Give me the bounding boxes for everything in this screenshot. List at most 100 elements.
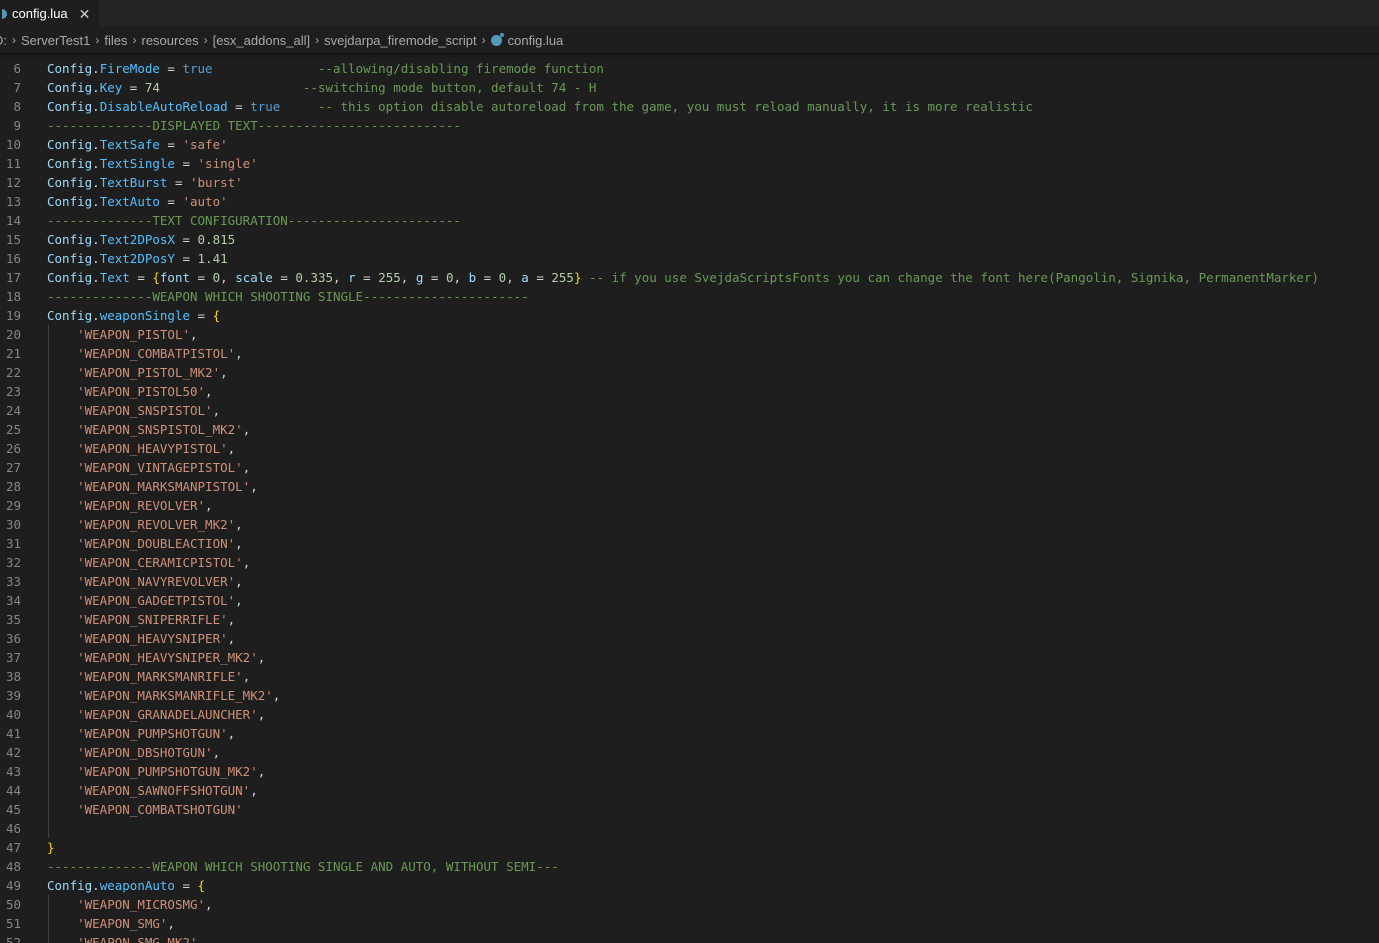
code-token: 'WEAPON_SAWNOFFSHOTGUN' [77,783,251,798]
breadcrumb-item[interactable]: D: [0,33,7,48]
code-token: --------------WEAPON WHICH SHOOTING SING… [47,859,559,874]
line-number: 27 [5,460,21,475]
code-line[interactable]: 31 'WEAPON_DOUBLEACTION', [0,534,1379,553]
code-line[interactable]: 45 'WEAPON_COMBATSHOTGUN' [0,800,1379,819]
code-token: , [205,384,213,399]
code-line[interactable]: 16 Config.Text2DPosY = 1.41 [0,249,1379,268]
code-token: Config [47,270,93,285]
code-token: TextSafe [99,137,160,152]
code-line[interactable]: 18 --------------WEAPON WHICH SHOOTING SI… [0,287,1379,306]
code-editor[interactable]: 6 Config.FireMode = true --allowing/disab… [0,58,1379,943]
code-line[interactable]: 23 'WEAPON_PISTOL50', [0,382,1379,401]
code-line[interactable]: 41 'WEAPON_PUMPSHOTGUN', [0,724,1379,743]
code-line[interactable]: 48 --------------WEAPON WHICH SHOOTING SI… [0,857,1379,876]
breadcrumb-item[interactable]: resources [142,33,199,48]
code-line[interactable]: 44 'WEAPON_SAWNOFFSHOTGUN', [0,781,1379,800]
tab-bar: config.lua ✕ [0,0,1379,27]
code-line[interactable]: 30 'WEAPON_REVOLVER_MK2', [0,515,1379,534]
line-number: 26 [5,441,21,456]
line-number: 12 [5,175,21,190]
lua-file-icon [490,32,504,46]
code-token: Config [47,99,93,114]
code-line[interactable]: 10 Config.TextSafe = 'safe' [0,135,1379,154]
code-token: = [190,308,213,323]
code-line[interactable]: 12 Config.TextBurst = 'burst' [0,173,1379,192]
code-token: 0 [212,270,221,285]
code-line[interactable]: 24 'WEAPON_SNSPISTOL', [0,401,1379,420]
code-token: 1.41 [197,251,228,266]
code-text: Config.FireMode = true --allowing/disabl… [47,59,604,78]
code-token: 'WEAPON_PISTOL50' [77,384,206,399]
code-line[interactable]: 46 [0,819,1379,838]
code-line[interactable]: 7 Config.Key = 74 --switching mode button… [0,78,1379,97]
code-line[interactable]: 39 'WEAPON_MARKSMANRIFLE_MK2', [0,686,1379,705]
code-line[interactable]: 42 'WEAPON_DBSHOTGUN', [0,743,1379,762]
code-line[interactable]: 17 Config.Text = {font = 0, scale = 0.335… [0,268,1379,287]
code-token: 'WEAPON_SNIPERRIFLE' [77,612,228,627]
code-line[interactable]: 15 Config.Text2DPosX = 0.815 [0,230,1379,249]
line-number: 18 [5,289,21,304]
code-line[interactable]: 40 'WEAPON_GRANADELAUNCHER', [0,705,1379,724]
code-token: . [92,232,100,247]
tab-config-lua[interactable]: config.lua ✕ [0,0,99,27]
code-text: 'WEAPON_SNSPISTOL_MK2', [47,420,250,439]
code-line[interactable]: 21 'WEAPON_COMBATPISTOL', [0,344,1379,363]
code-line[interactable]: 19 Config.weaponSingle = { [0,306,1379,325]
code-line[interactable]: 13 Config.TextAuto = 'auto' [0,192,1379,211]
code-line[interactable]: 29 'WEAPON_REVOLVER', [0,496,1379,515]
code-line[interactable]: 36 'WEAPON_HEAVYSNIPER', [0,629,1379,648]
code-text: 'WEAPON_SMG_MK2', [47,933,205,943]
code-token: 'safe' [182,137,228,152]
code-line[interactable]: 52 'WEAPON_SMG_MK2', [0,933,1379,943]
code-line[interactable]: 11 Config.TextSingle = 'single' [0,154,1379,173]
code-line[interactable]: 50 'WEAPON_MICROSMG', [0,895,1379,914]
code-line[interactable]: 9 --------------DISPLAYED TEXT-----------… [0,116,1379,135]
code-token: , [190,327,198,342]
code-token: 0.815 [197,232,236,247]
code-token: r [348,270,356,285]
code-line[interactable]: 43 'WEAPON_PUMPSHOTGUN_MK2', [0,762,1379,781]
breadcrumb-item[interactable]: config.lua [508,33,564,48]
code-line[interactable]: 51 'WEAPON_SMG', [0,914,1379,933]
code-token: 'WEAPON_PISTOL_MK2' [77,365,221,380]
code-line[interactable]: 33 'WEAPON_NAVYREVOLVER', [0,572,1379,591]
code-line[interactable]: 25 'WEAPON_SNSPISTOL_MK2', [0,420,1379,439]
code-line[interactable]: 14 --------------TEXT CONFIGURATION------… [0,211,1379,230]
code-line[interactable]: 28 'WEAPON_MARKSMANPISTOL', [0,477,1379,496]
breadcrumb-item[interactable]: svejdarpa_firemode_script [324,33,476,48]
code-text: 'WEAPON_DOUBLEACTION', [47,534,243,553]
code-line[interactable]: 47} [0,838,1379,857]
code-line[interactable]: 8 Config.DisableAutoReload = true -- this… [0,97,1379,116]
code-line[interactable]: 22 'WEAPON_PISTOL_MK2', [0,363,1379,382]
code-token: = [129,270,153,285]
code-line[interactable]: 49 Config.weaponAuto = { [0,876,1379,895]
code-token: { [152,270,160,285]
code-line[interactable]: 6 Config.FireMode = true --allowing/disab… [0,59,1379,78]
code-token: weaponSingle [99,308,190,323]
code-line[interactable]: 27 'WEAPON_VINTAGEPISTOL', [0,458,1379,477]
breadcrumb-item[interactable]: files [104,33,127,48]
code-text: 'WEAPON_REVOLVER_MK2', [47,515,243,534]
breadcrumb-item[interactable]: ServerTest1 [21,33,90,48]
code-line[interactable]: 26 'WEAPON_HEAVYPISTOL', [0,439,1379,458]
close-icon[interactable]: ✕ [79,7,91,21]
code-text: 'WEAPON_SNSPISTOL', [47,401,220,420]
code-token: true [250,99,281,114]
code-line[interactable]: 34 'WEAPON_GADGETPISTOL', [0,591,1379,610]
code-line[interactable]: 32 'WEAPON_CERAMICPISTOL', [0,553,1379,572]
code-line[interactable]: 38 'WEAPON_MARKSMANRIFLE', [0,667,1379,686]
breadcrumb-separator-icon: › [315,33,320,47]
line-number: 21 [5,346,21,361]
code-line[interactable]: 20 'WEAPON_PISTOL', [0,325,1379,344]
line-number: 31 [5,536,21,551]
line-number: 30 [5,517,21,532]
code-token: 'WEAPON_DBSHOTGUN' [77,745,213,760]
code-line[interactable]: 37 'WEAPON_HEAVYSNIPER_MK2', [0,648,1379,667]
line-number: 42 [5,745,21,760]
code-line[interactable]: 35 'WEAPON_SNIPERRIFLE', [0,610,1379,629]
code-token: = [355,270,379,285]
code-token: , [272,688,281,703]
breadcrumb-item[interactable]: [esx_addons_all] [213,33,311,48]
code-token: true [182,61,213,76]
